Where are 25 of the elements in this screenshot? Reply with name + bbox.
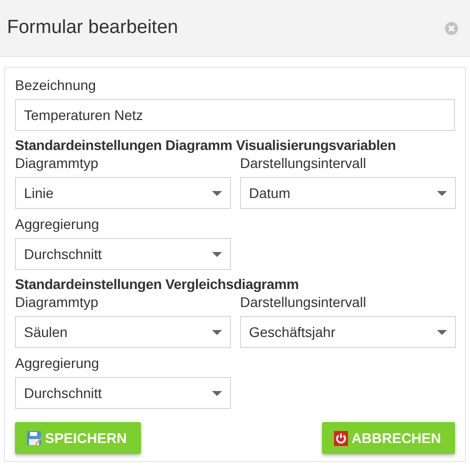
close-icon[interactable]	[445, 22, 458, 34]
field-label: Darstellungsintervall	[240, 154, 368, 173]
caret-icon	[437, 190, 447, 196]
section-heading: Standardeinstellungen Diagramm Visualisierungsvariablen	[15, 136, 397, 154]
power-icon	[334, 430, 349, 446]
field-label: Diagrammtyp	[15, 293, 100, 312]
field-label: Bezeichnung	[15, 76, 97, 95]
section-heading: Standardeinstellungen Vergleichsdiagramm	[15, 275, 300, 293]
select-field[interactable]: Datum	[240, 177, 456, 209]
field-label: Aggregierung	[15, 354, 100, 373]
caret-icon	[212, 252, 222, 256]
field-label: Diagrammtyp	[15, 154, 100, 173]
caret-icon	[212, 330, 222, 334]
field-label: Darstellungsintervall	[240, 293, 368, 312]
select-field[interactable]: Säulen	[15, 316, 231, 348]
caret-icon	[212, 390, 222, 396]
dialog-title: Formular bearbeiten	[7, 16, 178, 40]
caret-icon	[437, 330, 447, 334]
select-field[interactable]: Durchschnitt	[15, 238, 231, 270]
caret-icon	[212, 190, 222, 196]
field-label: Aggregierung	[15, 215, 100, 234]
select-field[interactable]: Durchschnitt	[15, 377, 231, 409]
text-field[interactable]: Temperaturen Netz	[15, 99, 455, 131]
select-field[interactable]: Geschäftsjahr	[240, 316, 456, 348]
select-field[interactable]: Linie	[15, 177, 231, 209]
